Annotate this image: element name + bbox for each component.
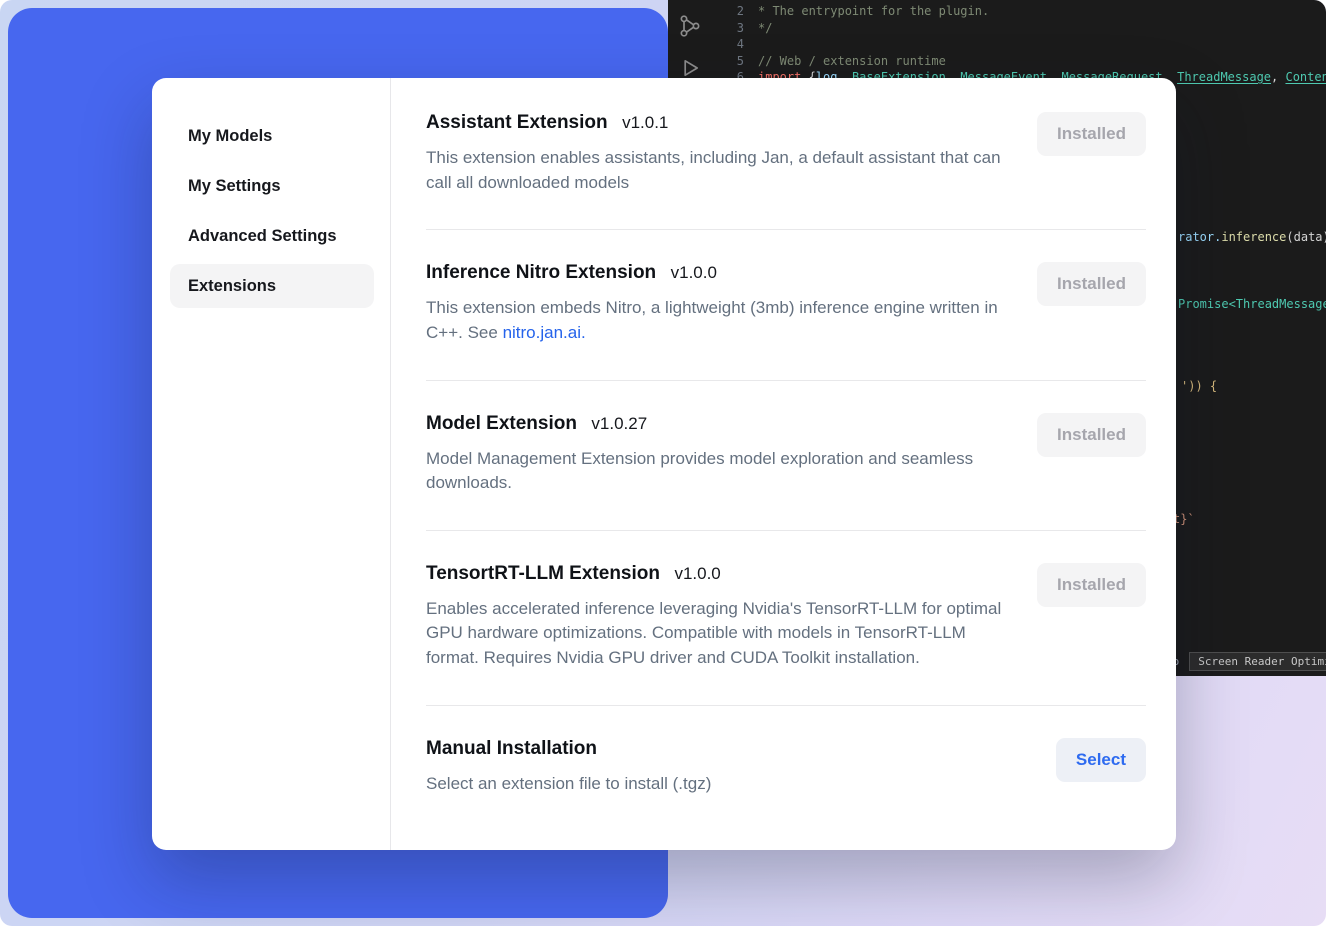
line-number: 5 [720,53,744,70]
extension-title: TensortRT-LLM Extension [426,563,660,584]
extensions-list: Assistant Extension v1.0.1 This extensio… [391,78,1176,850]
extension-info: Manual Installation Select an extension … [426,738,711,797]
extension-description: Enables accelerated inference leveraging… [426,597,1013,671]
extension-version: v1.0.27 [591,414,647,433]
manual-installation-description: Select an extension file to install (.tg… [426,772,711,797]
extension-version: v1.0.0 [671,263,717,282]
code-fragment: ')) { [1181,379,1217,393]
code-line: 3 */ [720,20,1326,37]
editor-status-bar: go Screen Reader Optimized [1166,652,1326,671]
code-fragment: Promise<ThreadMessage> [1178,297,1326,311]
extension-heading: TensortRT-LLM Extension v1.0.0 [426,563,1013,585]
line-number: 2 [720,3,744,20]
code-fragment: rator.inference(data)); [1178,230,1326,244]
run-debug-icon[interactable] [678,56,702,80]
extension-info: Inference Nitro Extension v1.0.0 This ex… [426,262,1013,345]
sidebar-item-my-settings[interactable]: My Settings [170,164,374,208]
extension-version: v1.0.0 [674,564,720,583]
installed-button[interactable]: Installed [1037,413,1146,457]
code-line: 4 [720,36,1326,53]
manual-installation-row: Manual Installation Select an extension … [426,706,1146,825]
code-line: 5 // Web / extension runtime [720,53,1326,70]
installed-button[interactable]: Installed [1037,112,1146,156]
settings-modal: My Models My Settings Advanced Settings … [152,78,1176,850]
sidebar-item-extensions[interactable]: Extensions [170,264,374,308]
extension-heading: Assistant Extension v1.0.1 [426,112,1013,134]
extension-info: TensortRT-LLM Extension v1.0.0 Enables a… [426,563,1013,671]
nitro-link[interactable]: nitro.jan.ai. [503,323,586,342]
comment-text: // Web / extension runtime [758,53,946,70]
extension-title: Assistant Extension [426,112,608,133]
extension-heading: Model Extension v1.0.27 [426,413,1013,435]
installed-button[interactable]: Installed [1037,563,1146,607]
installed-button[interactable]: Installed [1037,262,1146,306]
extension-version: v1.0.1 [622,113,668,132]
extension-row-model: Model Extension v1.0.27 Model Management… [426,381,1146,531]
extension-title: Model Extension [426,413,577,434]
select-button[interactable]: Select [1056,738,1146,782]
code-fragment: t}` [1173,512,1195,526]
extension-row-nitro: Inference Nitro Extension v1.0.0 This ex… [426,230,1146,380]
extension-description: Model Management Extension provides mode… [426,447,1013,496]
comment-text: */ [758,20,772,37]
screen-reader-badge[interactable]: Screen Reader Optimized [1189,652,1326,671]
sidebar-item-my-models[interactable]: My Models [170,114,374,158]
extension-info: Model Extension v1.0.27 Model Management… [426,413,1013,496]
extension-title: Inference Nitro Extension [426,262,656,283]
extension-heading: Inference Nitro Extension v1.0.0 [426,262,1013,284]
manual-installation-title: Manual Installation [426,738,597,759]
comment-text: * The entrypoint for the plugin. [758,3,989,20]
extension-description: This extension enables assistants, inclu… [426,146,1013,195]
code-lines: 2 * The entrypoint for the plugin. 3 */ … [720,3,1326,86]
sidebar-item-advanced-settings[interactable]: Advanced Settings [170,214,374,258]
settings-sidebar: My Models My Settings Advanced Settings … [152,78,391,850]
screen: 2 * The entrypoint for the plugin. 3 */ … [0,0,1326,926]
extension-row-assistant: Assistant Extension v1.0.1 This extensio… [426,78,1146,230]
extension-row-tensorrt: TensortRT-LLM Extension v1.0.0 Enables a… [426,531,1146,706]
code-line: 2 * The entrypoint for the plugin. [720,3,1326,20]
extension-description: This extension embeds Nitro, a lightweig… [426,296,1013,345]
extension-heading: Manual Installation [426,738,711,760]
source-control-icon[interactable] [678,14,702,38]
line-number: 3 [720,20,744,37]
extension-info: Assistant Extension v1.0.1 This extensio… [426,112,1013,195]
line-number: 4 [720,36,744,53]
